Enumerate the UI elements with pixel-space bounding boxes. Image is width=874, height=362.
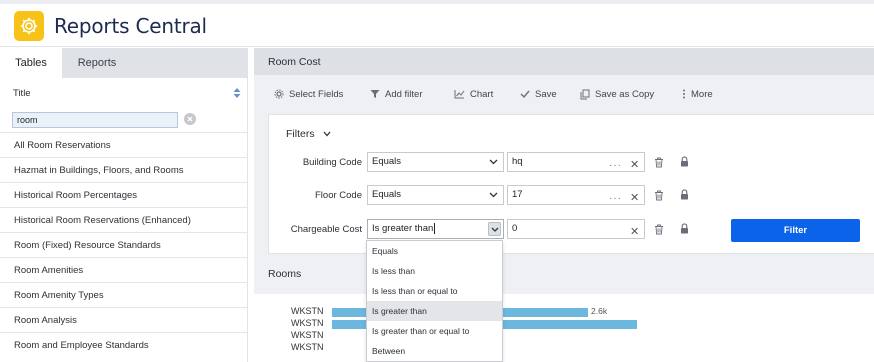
- chart-category-label: WKSTN: [291, 342, 324, 352]
- clear-search-icon[interactable]: [184, 113, 196, 125]
- save-button[interactable]: Save: [520, 87, 557, 101]
- value-input-chargeable-cost[interactable]: 0 ✕: [507, 219, 645, 239]
- filters-section: Filters Building Code Equals hq ··· ✕ Fl…: [268, 114, 874, 254]
- operator-value: Equals: [372, 189, 402, 200]
- report-toolbar: Select Fields Add filter Chart Save Save…: [254, 75, 874, 109]
- chart-row: WKSTN: [254, 342, 874, 354]
- copy-icon: [580, 89, 590, 99]
- filter-value: 0: [512, 223, 518, 234]
- value-input-building-code[interactable]: hq ··· ✕: [507, 152, 645, 172]
- add-filter-label: Add filter: [385, 88, 423, 100]
- app-header: Reports Central: [0, 4, 874, 47]
- chart-category-label: WKSTN: [291, 306, 324, 316]
- dropdown-option-between[interactable]: Between: [367, 341, 502, 361]
- funnel-icon: [370, 90, 380, 98]
- chart-row: WKSTN: [254, 318, 874, 330]
- filter-label-chargeable-cost: Chargeable Cost: [290, 224, 362, 235]
- save-label: Save: [535, 88, 557, 100]
- list-item[interactable]: Room Analysis: [0, 307, 248, 332]
- list-item[interactable]: Room Amenities: [0, 257, 248, 282]
- lock-icon[interactable]: [680, 189, 689, 200]
- search-input[interactable]: [12, 112, 178, 128]
- list-item[interactable]: Room and Employee Standards: [0, 332, 248, 357]
- tab-tables[interactable]: Tables: [0, 48, 62, 78]
- select-fields-label: Select Fields: [289, 88, 344, 100]
- list-item[interactable]: All Room Reservations: [0, 132, 248, 157]
- operator-dropdown-menu: Equals Is less than Is less than or equa…: [366, 240, 503, 362]
- close-icon[interactable]: ✕: [630, 156, 639, 174]
- sort-icon[interactable]: [232, 87, 242, 99]
- panel-tabs: Tables Reports: [0, 48, 248, 78]
- dropdown-option-greater-than[interactable]: Is greater than: [367, 301, 502, 321]
- more-button[interactable]: More: [682, 87, 713, 101]
- operator-select-chargeable-cost[interactable]: Is greater than: [367, 219, 504, 239]
- filter-value: hq: [512, 156, 523, 167]
- operator-select-building-code[interactable]: Equals: [367, 152, 504, 172]
- close-icon[interactable]: ✕: [630, 189, 639, 207]
- table-list: All Room Reservations Hazmat in Building…: [0, 132, 248, 357]
- report-title: Room Cost: [268, 56, 321, 68]
- report-panel: Room Cost Select Fields Add filter Chart…: [254, 48, 874, 362]
- lock-icon[interactable]: [680, 223, 689, 234]
- dropdown-option-less-than[interactable]: Is less than: [367, 261, 502, 281]
- lock-icon[interactable]: [680, 156, 689, 167]
- dropdown-option-greater-than-or-equal[interactable]: Is greater than or equal to: [367, 321, 502, 341]
- list-item[interactable]: Hazmat in Buildings, Floors, and Rooms: [0, 157, 248, 182]
- chart-label: Chart: [470, 88, 494, 100]
- rooms-chart: WKSTN 2.6k WKSTN WKSTN WKSTN: [254, 294, 874, 362]
- chart-category-label: WKSTN: [291, 318, 324, 328]
- chevron-down-icon: [323, 131, 331, 137]
- more-horizontal-icon[interactable]: ···: [609, 157, 622, 175]
- save-as-copy-label: Save as Copy: [595, 88, 655, 100]
- chevron-down-icon: [491, 227, 499, 232]
- filter-label-floor-code: Floor Code: [315, 190, 362, 201]
- list-item[interactable]: Historical Room Percentages: [0, 182, 248, 207]
- filters-toggle[interactable]: Filters: [286, 128, 331, 140]
- rooms-section-title: Rooms: [268, 268, 302, 280]
- chart-data-label: 2.6k: [591, 306, 608, 316]
- more-horizontal-icon[interactable]: ···: [609, 190, 622, 208]
- dropdown-option-equals[interactable]: Equals: [367, 241, 502, 261]
- gear-icon[interactable]: [14, 11, 44, 41]
- check-icon: [520, 90, 530, 99]
- tables-panel: Tables Reports Title All Room Reservatio…: [0, 48, 248, 362]
- text-cursor: [434, 222, 436, 234]
- list-item[interactable]: Room (Fixed) Resource Standards: [0, 232, 248, 257]
- save-as-copy-button[interactable]: Save as Copy: [580, 87, 654, 101]
- chart-button[interactable]: Chart: [454, 87, 493, 101]
- chart-category-label: WKSTN: [291, 330, 324, 340]
- select-fields-button[interactable]: Select Fields: [274, 87, 343, 101]
- close-icon[interactable]: ✕: [630, 223, 639, 241]
- trash-icon[interactable]: [654, 224, 664, 235]
- cog-icon: [274, 89, 284, 99]
- tab-reports[interactable]: Reports: [62, 48, 132, 78]
- title-column-label: Title: [13, 88, 31, 99]
- filter-button[interactable]: Filter: [731, 219, 860, 242]
- filter-value: 17: [512, 189, 523, 200]
- add-filter-button[interactable]: Add filter: [370, 87, 423, 101]
- filter-label-building-code: Building Code: [302, 157, 362, 168]
- title-column-header[interactable]: Title: [0, 78, 248, 106]
- chevron-down-icon: [489, 159, 498, 165]
- more-vertical-icon: [683, 89, 685, 99]
- trash-icon[interactable]: [654, 157, 664, 168]
- list-item[interactable]: Historical Room Reservations (Enhanced): [0, 207, 248, 232]
- report-header: Room Cost: [254, 48, 874, 75]
- operator-value: Equals: [372, 156, 402, 167]
- dropdown-option-less-than-or-equal[interactable]: Is less than or equal to: [367, 281, 502, 301]
- operator-select-floor-code[interactable]: Equals: [367, 185, 504, 205]
- chevron-down-icon: [489, 192, 498, 198]
- dropdown-toggle[interactable]: [488, 222, 501, 236]
- operator-value: Is greater than: [372, 223, 434, 234]
- trash-icon[interactable]: [654, 190, 664, 201]
- filters-title: Filters: [286, 128, 315, 140]
- chart-row: WKSTN 2.6k: [254, 306, 874, 318]
- chart-row: WKSTN: [254, 330, 874, 342]
- value-input-floor-code[interactable]: 17 ··· ✕: [507, 185, 645, 205]
- line-chart-icon: [454, 90, 465, 99]
- list-item[interactable]: Room Amenity Types: [0, 282, 248, 307]
- app-title: Reports Central: [54, 14, 207, 38]
- more-label: More: [691, 88, 713, 100]
